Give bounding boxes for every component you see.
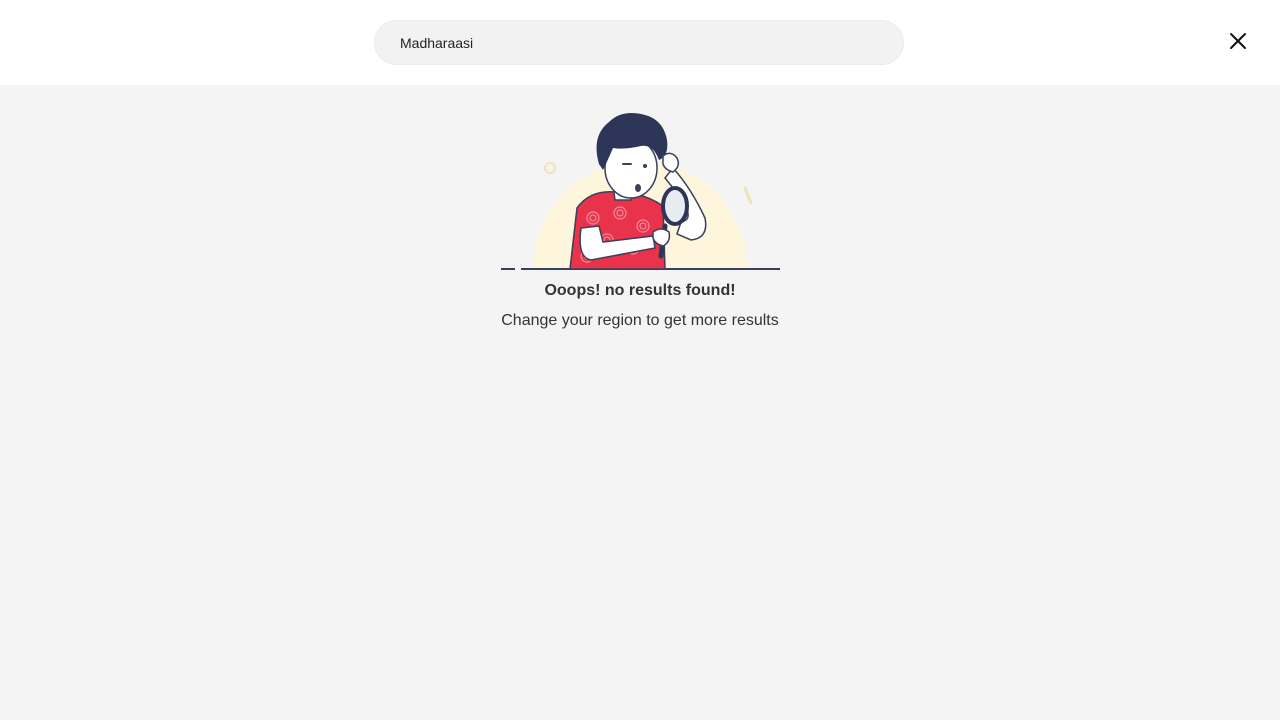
close-button[interactable]: [1222, 25, 1254, 57]
no-results-illustration: [495, 108, 785, 276]
top-bar: [0, 0, 1280, 85]
no-results-title: Ooops! no results found!: [544, 282, 736, 299]
search-input[interactable]: [400, 21, 880, 64]
no-results-subtitle: Change your region to get more results: [501, 312, 779, 329]
search-box[interactable]: [374, 20, 904, 65]
close-icon: [1230, 33, 1246, 49]
